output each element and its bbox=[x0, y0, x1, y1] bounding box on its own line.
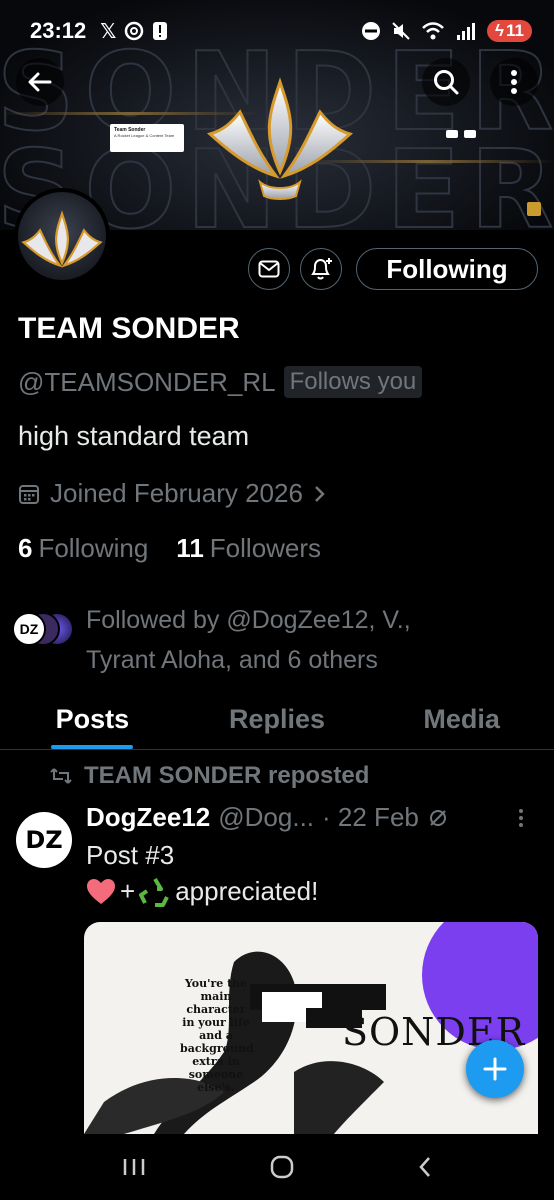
tab-media[interactable]: Media bbox=[369, 690, 554, 749]
profile-bio: high standard team bbox=[18, 421, 250, 451]
envelope-icon bbox=[258, 260, 280, 278]
tab-replies[interactable]: Replies bbox=[185, 690, 370, 749]
back-button[interactable] bbox=[16, 58, 64, 106]
repost-icon bbox=[50, 768, 72, 784]
system-back-icon[interactable] bbox=[417, 1155, 433, 1179]
following-count: 6 bbox=[18, 533, 33, 563]
search-icon bbox=[434, 70, 459, 95]
bell-plus-icon bbox=[311, 258, 332, 280]
heart-emoji-icon bbox=[87, 878, 115, 904]
dz-avatar-icon: DZ bbox=[25, 826, 63, 854]
x-logo-icon: 𝕏 bbox=[100, 20, 117, 43]
calendar-icon bbox=[19, 484, 39, 504]
do-not-disturb-icon bbox=[362, 22, 381, 40]
post-text-appreciated: appreciated! bbox=[175, 876, 319, 906]
post-more-button[interactable] bbox=[518, 808, 524, 834]
post-text-line-1: Post #3 bbox=[86, 840, 175, 870]
sonder-logo-icon bbox=[206, 77, 354, 200]
more-vertical-icon bbox=[511, 70, 517, 94]
compose-post-button[interactable] bbox=[466, 1040, 524, 1098]
alert-icon bbox=[153, 22, 168, 40]
following-button[interactable]: Following bbox=[356, 248, 538, 290]
sonder-logo-icon bbox=[21, 210, 103, 268]
banner-card-subtitle: A Rocket League & Content Team bbox=[114, 133, 175, 138]
back-arrow-icon bbox=[28, 72, 52, 92]
follows-you-badge: Follows you bbox=[283, 366, 423, 398]
system-navigation-bar bbox=[0, 1134, 554, 1200]
post-author-avatar[interactable]: DZ bbox=[16, 812, 72, 868]
x-logo-icon bbox=[464, 130, 476, 138]
threads-icon bbox=[125, 21, 144, 41]
status-bar: 23:12 𝕏 ϟ 11 bbox=[0, 0, 554, 62]
joined-date: Joined February 2026 bbox=[50, 478, 303, 508]
plus-sign: + bbox=[120, 876, 136, 906]
wifi-icon bbox=[422, 22, 444, 40]
post-author-handle[interactable]: @Dog... bbox=[218, 802, 314, 833]
profile-handle: @TEAMSONDER_RL bbox=[18, 366, 276, 397]
banner-info-card: Team Sonder A Rocket League & Content Te… bbox=[110, 124, 184, 152]
followers-label: Followers bbox=[209, 533, 322, 563]
recycle-emoji-icon bbox=[139, 877, 169, 907]
followed-by-row[interactable]: DZ Followed by @DogZee12, V., Tyrant Alo… bbox=[12, 600, 486, 680]
joined-date-row[interactable]: Joined February 2026 bbox=[18, 478, 327, 509]
following-label: Following bbox=[38, 533, 149, 563]
youtube-icon bbox=[446, 130, 458, 138]
more-options-button[interactable] bbox=[490, 58, 538, 106]
image-quote-text: You're the main character in your life a… bbox=[180, 977, 254, 1094]
profile-name: TEAM SONDER bbox=[18, 312, 240, 345]
followers-stat[interactable]: 11 Followers bbox=[176, 533, 321, 564]
post-date: · 22 Feb bbox=[322, 802, 419, 832]
banner-social-icons bbox=[446, 130, 476, 138]
battery-level: 11 bbox=[506, 21, 524, 40]
followers-count: 11 bbox=[176, 533, 204, 563]
following-stat[interactable]: 6 Following bbox=[18, 533, 148, 564]
more-vertical-icon bbox=[519, 809, 523, 827]
recent-apps-icon[interactable] bbox=[121, 1156, 147, 1178]
signal-icon bbox=[457, 23, 476, 40]
notifications-button[interactable] bbox=[300, 248, 342, 290]
followed-by-text: Followed by @DogZee12, V., Tyrant Aloha,… bbox=[86, 606, 411, 674]
post-media-image[interactable]: You're the main character in your life a… bbox=[84, 922, 538, 1134]
search-button[interactable] bbox=[422, 58, 470, 106]
profile-tabs: Posts Replies Media bbox=[0, 690, 554, 750]
repost-label: TEAM SONDER reposted bbox=[84, 762, 370, 789]
plus-icon bbox=[483, 1057, 507, 1081]
battery-bolt-icon: ϟ bbox=[495, 21, 505, 40]
status-time: 23:12 bbox=[30, 18, 87, 43]
post-author-name[interactable]: DogZee12 bbox=[86, 802, 210, 833]
mutual-avatars: DZ bbox=[12, 610, 74, 650]
battery-indicator: ϟ 11 bbox=[487, 20, 532, 42]
follow-stats: 6 Following 11 Followers bbox=[18, 533, 321, 564]
post-header: DogZee12 @Dog... · 22 Feb bbox=[86, 802, 449, 833]
tab-posts[interactable]: Posts bbox=[0, 690, 185, 749]
post-text-line-2: + appreciated! bbox=[86, 876, 318, 907]
handle-row: @TEAMSONDER_RL Follows you bbox=[18, 366, 423, 398]
repost-indicator: TEAM SONDER reposted bbox=[50, 762, 369, 790]
grok-icon[interactable] bbox=[427, 807, 449, 829]
mute-icon bbox=[392, 22, 410, 40]
home-icon[interactable] bbox=[269, 1155, 295, 1179]
chevron-right-icon bbox=[315, 485, 325, 502]
profile-avatar[interactable] bbox=[14, 188, 110, 284]
banner-corner-mark bbox=[527, 202, 541, 216]
dz-avatar-icon: DZ bbox=[12, 612, 46, 646]
message-button[interactable] bbox=[248, 248, 290, 290]
